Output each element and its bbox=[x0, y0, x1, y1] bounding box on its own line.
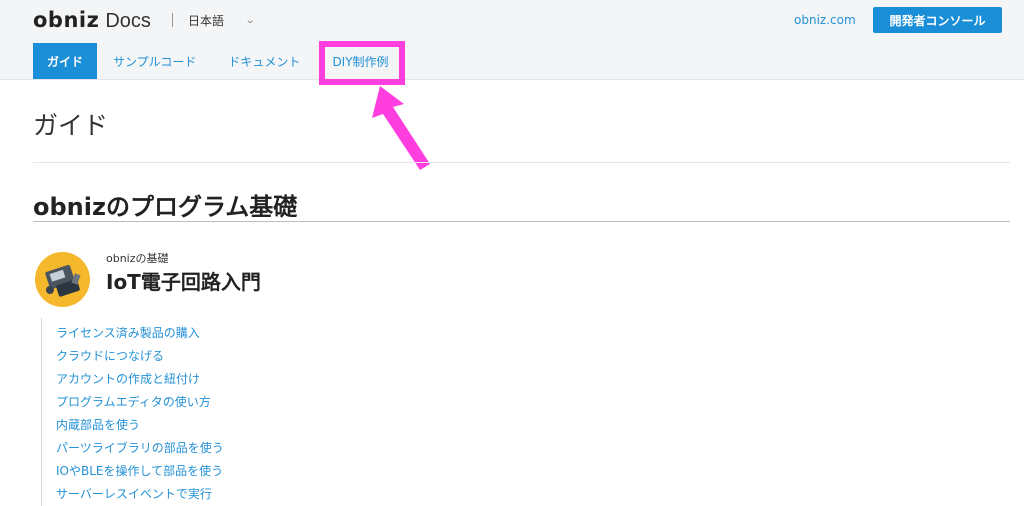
list-item[interactable]: プログラムエディタの使い方 bbox=[56, 393, 211, 410]
list-item[interactable]: IOやBLEを操作して部品を使う bbox=[56, 462, 223, 479]
course-title[interactable]: IoT電子回路入門 bbox=[106, 266, 261, 295]
section-divider bbox=[33, 221, 1010, 222]
tab-documents[interactable]: ドキュメント bbox=[212, 43, 316, 79]
logo-obniz-text: obniz bbox=[33, 8, 100, 32]
language-selector[interactable]: 日本語 ⌄ bbox=[188, 12, 256, 29]
list-item[interactable]: パーツライブラリの部品を使う bbox=[56, 439, 224, 456]
list-item[interactable]: アカウントの作成と紐付け bbox=[56, 370, 200, 387]
course-subtitle: obnizの基礎 bbox=[106, 252, 169, 265]
header-divider bbox=[172, 13, 173, 27]
top-header: obniz Docs 日本語 ⌄ obniz.com 開発者コンソール ガイド … bbox=[0, 0, 1024, 80]
list-item[interactable]: サーバーレスイベントで実行 bbox=[56, 485, 212, 502]
developer-console-button[interactable]: 開発者コンソール bbox=[873, 7, 1002, 33]
obniz-board-icon bbox=[35, 252, 90, 307]
course-lesson-list: ライセンス済み製品の購入 クラウドにつなげる アカウントの作成と紐付け プログラ… bbox=[41, 318, 441, 506]
obniz-com-link[interactable]: obniz.com bbox=[794, 13, 856, 27]
tab-guide[interactable]: ガイド bbox=[33, 43, 98, 79]
language-label: 日本語 bbox=[188, 14, 225, 28]
list-item[interactable]: 内蔵部品を使う bbox=[56, 416, 140, 433]
title-divider bbox=[33, 162, 1010, 163]
annotation-arrow-icon bbox=[372, 86, 430, 170]
tab-sample-code[interactable]: サンプルコード bbox=[97, 43, 212, 79]
obniz-docs-logo[interactable]: obniz Docs bbox=[33, 8, 151, 34]
section-title: obnizのプログラム基礎 bbox=[33, 193, 298, 221]
chevron-down-icon: ⌄ bbox=[244, 15, 256, 26]
logo-docs-text: Docs bbox=[105, 10, 151, 32]
page-title: ガイド bbox=[33, 111, 109, 140]
list-item[interactable]: クラウドにつなげる bbox=[56, 347, 164, 364]
annotation-highlight-box bbox=[319, 41, 405, 85]
list-item[interactable]: ライセンス済み製品の購入 bbox=[56, 324, 200, 341]
